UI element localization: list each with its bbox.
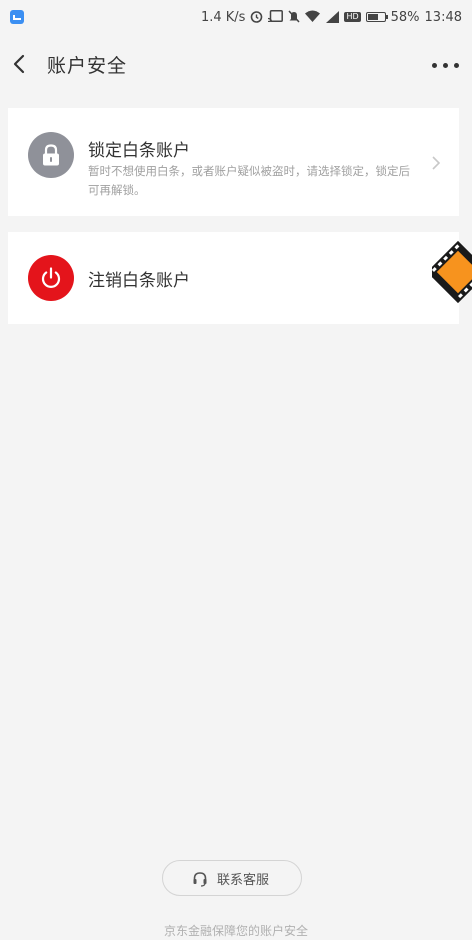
headset-icon xyxy=(193,872,207,887)
chevron-right-icon xyxy=(432,156,441,170)
lock-icon xyxy=(43,144,59,166)
app-notification-icon xyxy=(10,10,24,24)
signal-icon xyxy=(325,11,340,23)
back-button[interactable] xyxy=(2,46,38,82)
cancel-account-card[interactable]: 注销白条账户 xyxy=(8,232,459,324)
lock-account-card[interactable]: 锁定白条账户 暂时不想使用白条，或者账户疑似被盗时，请选择锁定，锁定后可再解锁。 xyxy=(8,108,459,216)
more-options-button[interactable] xyxy=(428,48,464,80)
clock: 13:48 xyxy=(424,9,462,25)
cast-icon xyxy=(268,10,284,24)
lock-account-title: 锁定白条账户 xyxy=(88,141,190,161)
network-speed: 1.4 K/s xyxy=(200,9,246,25)
page-title: 账户安全 xyxy=(47,55,128,77)
cancel-account-title: 注销白条账户 xyxy=(88,271,190,291)
more-horizontal-icon xyxy=(432,63,437,68)
title-bar: 账户安全 xyxy=(0,34,472,94)
contact-support-label: 联系客服 xyxy=(217,873,270,888)
security-footer-note: 京东金融保障您的账户安全 xyxy=(163,924,308,938)
power-icon xyxy=(41,267,61,288)
wifi-icon xyxy=(305,10,321,24)
hd-badge: HD xyxy=(344,12,361,22)
status-bar: 1.4 K/s HD 58% 13:48 xyxy=(0,0,472,34)
alarm-icon xyxy=(250,10,263,25)
contact-support-button[interactable]: 联系客服 xyxy=(162,860,302,896)
more-dot xyxy=(454,63,459,68)
power-icon-circle xyxy=(28,255,74,301)
lock-icon-circle xyxy=(28,132,74,178)
chevron-left-icon xyxy=(13,54,25,74)
status-indicators: 1.4 K/s HD 58% 13:48 xyxy=(201,6,462,28)
battery-percent: 58% xyxy=(390,9,420,25)
more-dot xyxy=(443,63,448,68)
mute-icon xyxy=(288,9,300,25)
battery-icon xyxy=(365,12,388,22)
film-strip-icon xyxy=(432,240,472,304)
lock-account-description: 暂时不想使用白条，或者账户疑似被盗时，请选择锁定，锁定后可再解锁。 xyxy=(88,164,410,197)
